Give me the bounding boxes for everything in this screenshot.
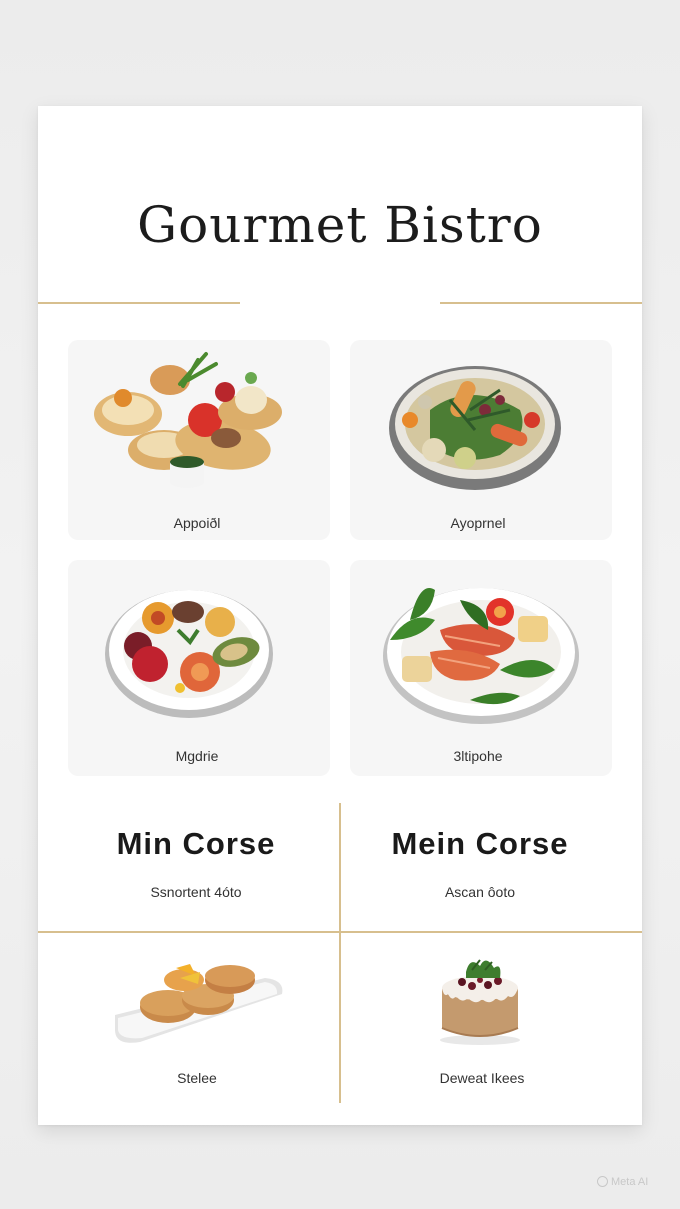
course-subtitle: Ascan ôoto	[444, 884, 516, 900]
dessert-cake-image	[440, 959, 520, 1045]
appetizer-image	[94, 352, 282, 488]
course-subtitle: Ssnortent 4óto	[150, 884, 242, 900]
course-divider-horizontal	[38, 931, 642, 933]
course-divider-vertical	[339, 803, 341, 1103]
dish-label: Ayoprnel	[450, 515, 506, 531]
dish-label: Mgdrie	[175, 748, 219, 764]
salmon-plate-image	[383, 588, 579, 724]
dish-tile-salad[interactable]	[350, 340, 612, 540]
course-title: Min Corse	[116, 826, 276, 861]
dish-tile-salmon[interactable]	[350, 560, 612, 776]
dish-tile-pastry[interactable]	[100, 950, 300, 1060]
salad-bowl-image	[389, 366, 561, 490]
dish-label: 3ltipohe	[453, 748, 503, 764]
meta-ai-logo-icon	[597, 1176, 608, 1187]
restaurant-title: Gourmet Bistro	[137, 196, 543, 254]
course-title: Mein Corse	[391, 826, 569, 861]
title-divider-left	[38, 302, 240, 304]
pastry-plate-image	[115, 964, 283, 1043]
title-divider-right	[440, 302, 642, 304]
roasted-plate-image	[105, 590, 273, 718]
dish-label: Deweat Ikees	[439, 1070, 525, 1086]
watermark: Meta AI	[597, 1176, 648, 1188]
dish-tile-plate[interactable]	[68, 560, 330, 776]
watermark-text: Meta AI	[611, 1176, 649, 1188]
dish-label: Stelee	[177, 1070, 217, 1086]
dish-tile-dessert[interactable]	[430, 948, 530, 1048]
dish-tile-appetizer[interactable]	[68, 340, 330, 540]
dish-label: Appoiðl	[173, 515, 221, 531]
